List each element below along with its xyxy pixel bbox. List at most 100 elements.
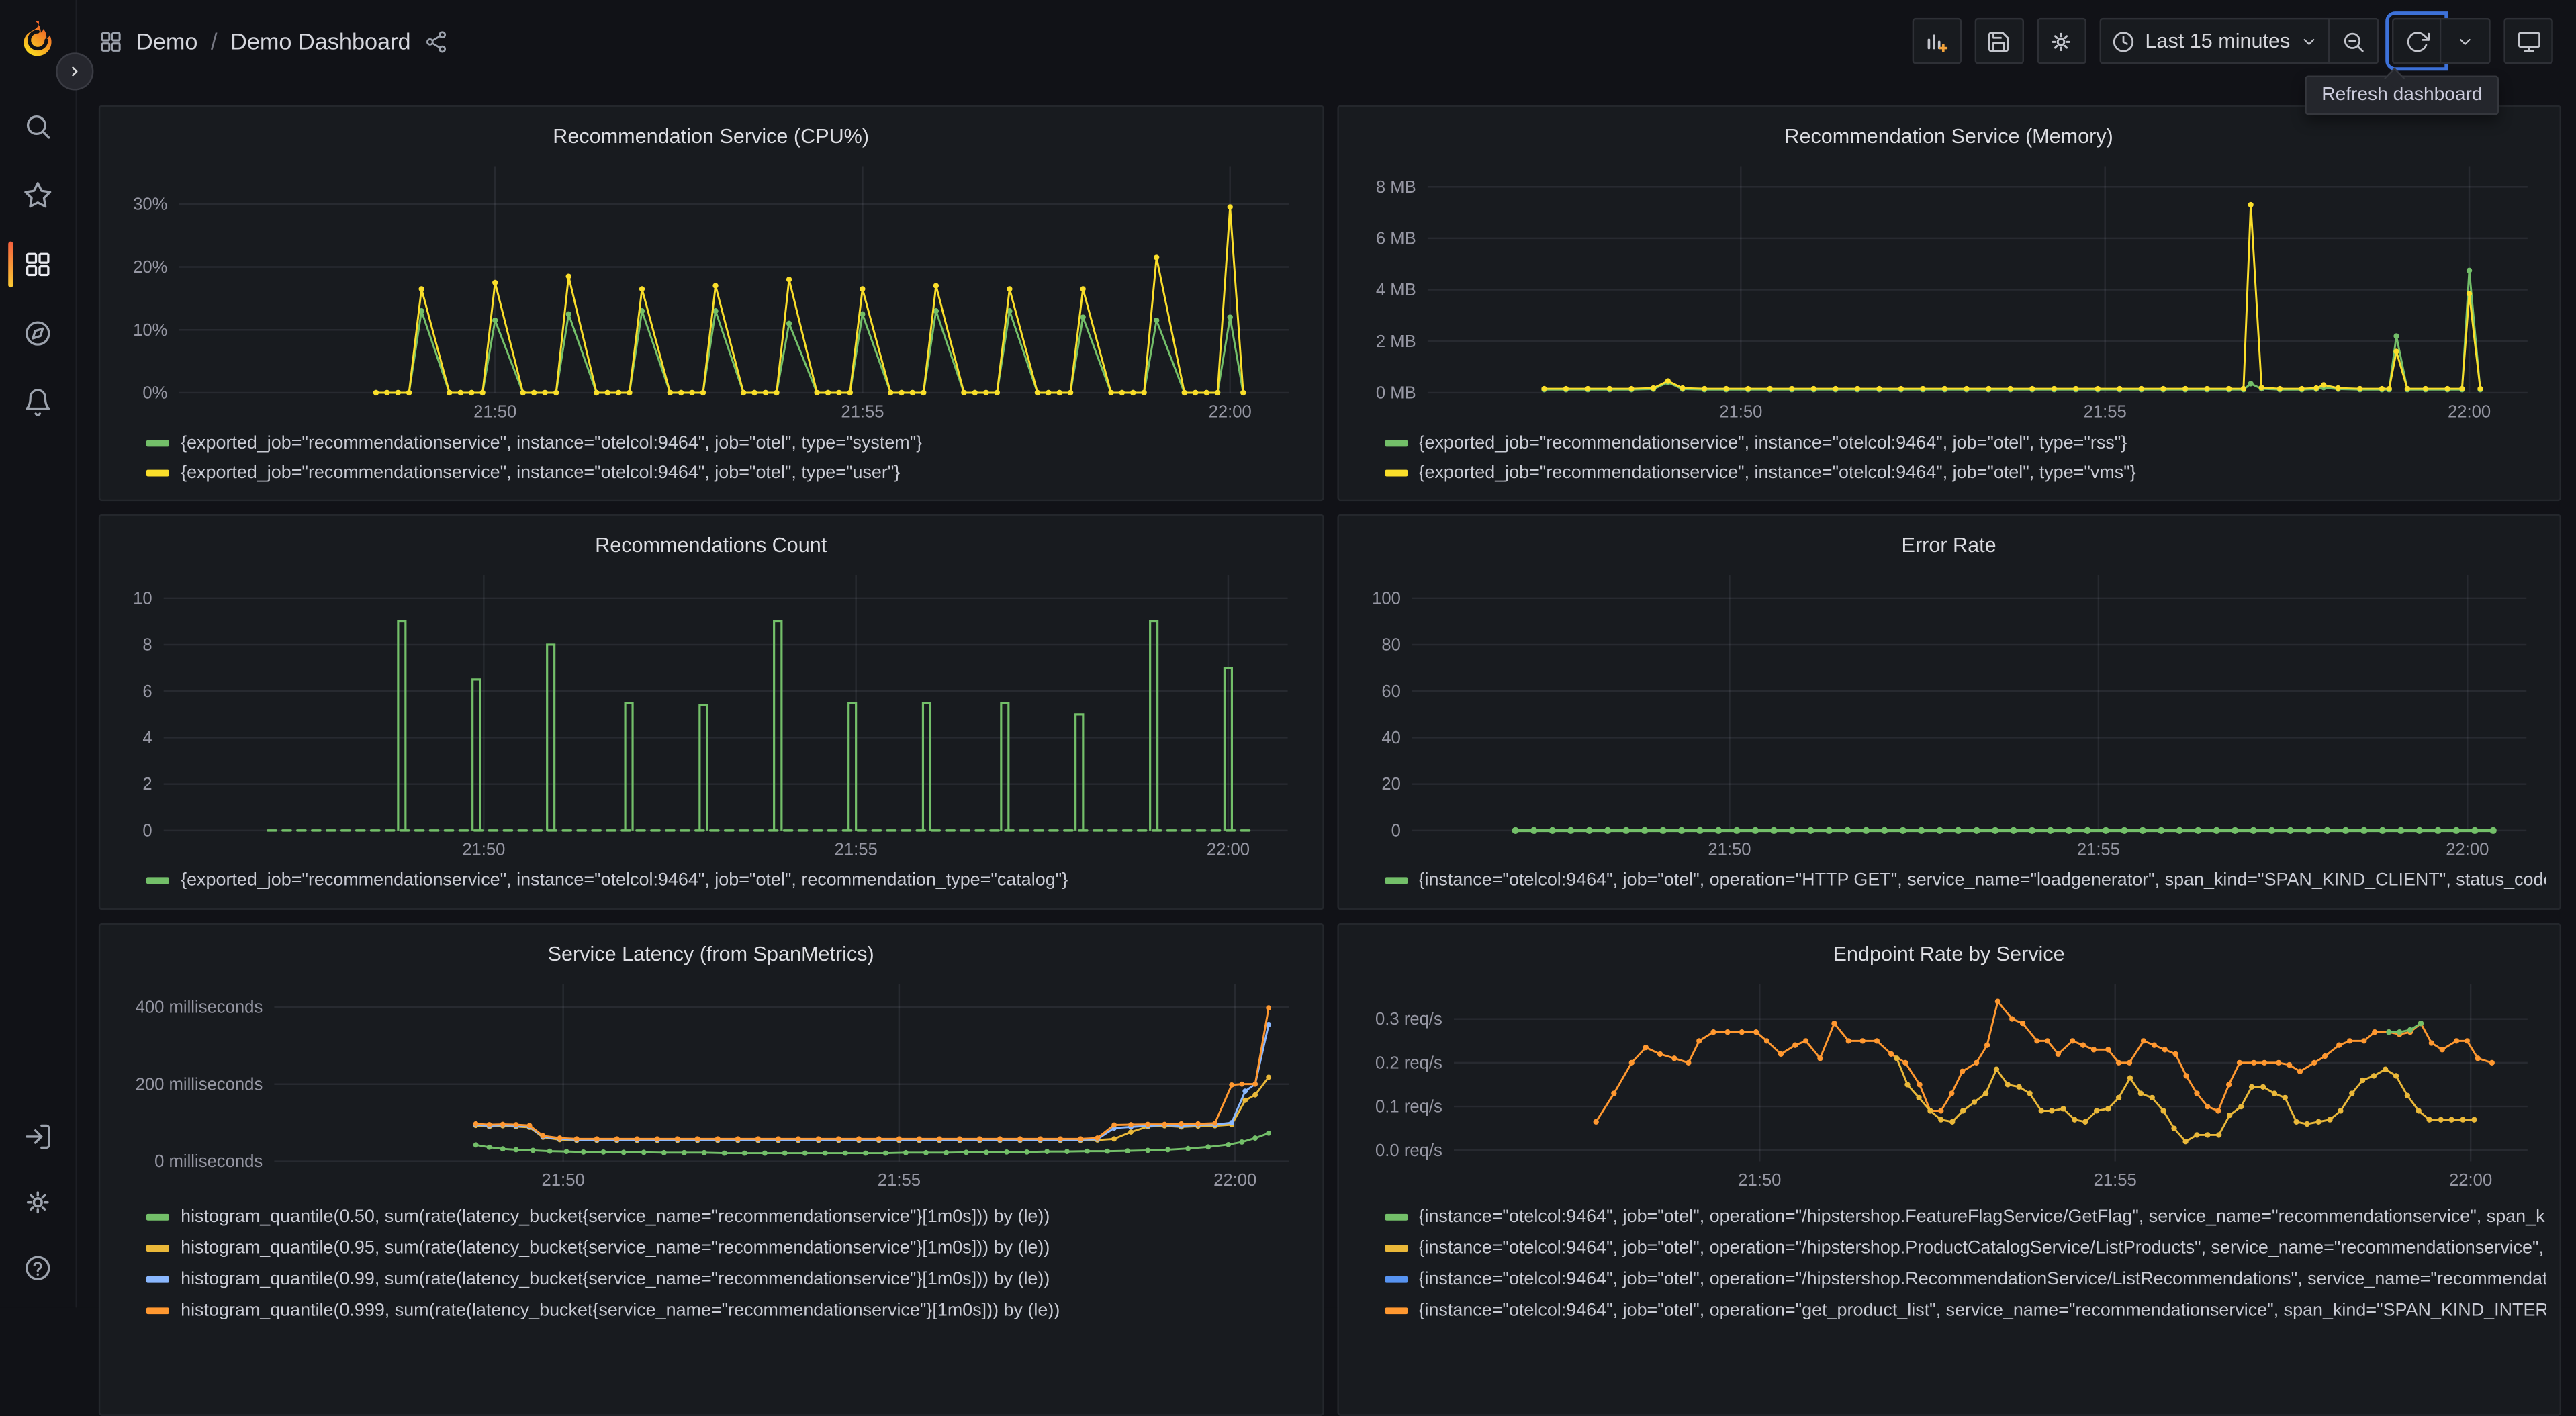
svg-text:0: 0	[1390, 821, 1399, 840]
panel-recommendations-count: Recommendations Count 0 2 4 6 8 10 21:50 21:55 2…	[98, 514, 1324, 910]
save-icon	[1988, 31, 2009, 52]
legend-label: {exported_job="recommendationservice", i…	[181, 433, 923, 453]
legend-item[interactable]: {instance="otelcol:9464", job="otel", op…	[1384, 866, 2546, 895]
memory-chart[interactable]: 0 MB 2 MB 4 MB 6 MB 8 MB 21:50 21:55 22:00	[1351, 155, 2546, 425]
legend-label: {instance="otelcol:9464", job="otel", op…	[1418, 1300, 2546, 1320]
legend-item[interactable]: {exported_job="recommendationservice", i…	[146, 866, 1309, 895]
cpu-legend: {exported_job="recommendationservice", i…	[113, 428, 1309, 486]
svg-text:4 MB: 4 MB	[1375, 280, 1416, 299]
cpu-chart[interactable]: 0% 10% 20% 30% 21:50 21:55 22:00	[113, 155, 1309, 425]
svg-text:21:55: 21:55	[2082, 402, 2125, 420]
legend-label: {instance="otelcol:9464", job="otel", op…	[1418, 871, 2546, 891]
svg-text:21:50: 21:50	[462, 840, 505, 859]
add-panel-button[interactable]	[1912, 17, 1962, 64]
refresh-button[interactable]	[2385, 11, 2448, 71]
svg-text:21:55: 21:55	[2092, 1171, 2135, 1190]
legend-item[interactable]: {exported_job="recommendationservice", i…	[1384, 458, 2546, 486]
svg-text:60: 60	[1381, 681, 1400, 700]
legend-item[interactable]: {exported_job="recommendationservice", i…	[1384, 428, 2546, 458]
legend-item[interactable]: {instance="otelcol:9464", job="otel", op…	[1384, 1232, 2546, 1263]
legend-swatch	[146, 877, 169, 884]
grafana-logo[interactable]	[16, 18, 59, 61]
breadcrumb-dashboards-button[interactable]	[99, 29, 124, 54]
breadcrumb-root[interactable]: Demo	[136, 28, 197, 54]
bell-icon	[26, 389, 50, 416]
panel-endpoint-rate: Endpoint Rate by Service 0.0 req/s 0.1 re…	[1336, 923, 2561, 1416]
svg-text:10%: 10%	[133, 320, 167, 339]
zoom-out-button[interactable]	[2330, 17, 2379, 64]
panel-error-rate: Error Rate 0 20 40 60 80 100 21:50 21:55 22:00 {…	[1336, 514, 2561, 910]
svg-text:21:55: 21:55	[835, 840, 878, 859]
sidebar-item-starred[interactable]	[0, 179, 76, 212]
dashboard-grid: Recommendation Service (CPU%) 0% 10% 20% 30…	[98, 105, 2561, 1416]
panel-title[interactable]: Recommendation Service (Memory)	[1351, 120, 2546, 156]
svg-text:6 MB: 6 MB	[1375, 228, 1416, 247]
svg-text:21:50: 21:50	[542, 1171, 585, 1190]
panel-title[interactable]: Recommendation Service (CPU%)	[113, 120, 1309, 156]
svg-text:10: 10	[133, 589, 152, 608]
memory-legend: {exported_job="recommendationservice", i…	[1351, 428, 2546, 486]
panel-title[interactable]: Error Rate	[1351, 529, 2546, 565]
endpoint-rate-chart[interactable]: 0.0 req/s 0.1 req/s 0.2 req/s 0.3 req/s 21:5…	[1351, 974, 2546, 1194]
sidebar-expand-button[interactable]	[56, 52, 94, 91]
add-panel-icon	[1928, 34, 1948, 52]
time-range-picker[interactable]: Last 15 minutes	[2099, 17, 2330, 64]
svg-text:21:50: 21:50	[473, 402, 516, 420]
legend-item[interactable]: histogram_quantile(0.95, sum(rate(latenc…	[146, 1232, 1309, 1263]
legend-item[interactable]: histogram_quantile(0.99, sum(rate(latenc…	[146, 1263, 1309, 1294]
legend-label: {instance="otelcol:9464", job="otel", op…	[1418, 1237, 2546, 1258]
apps-grid-icon	[26, 252, 50, 277]
legend-item[interactable]: {instance="otelcol:9464", job="otel", op…	[1384, 1200, 2546, 1231]
svg-text:21:50: 21:50	[1718, 402, 1761, 420]
svg-text:8 MB: 8 MB	[1375, 177, 1416, 196]
save-dashboard-button[interactable]	[1974, 17, 2024, 64]
svg-text:21:50: 21:50	[1737, 1171, 1780, 1190]
legend-item[interactable]: histogram_quantile(0.50, sum(rate(latenc…	[146, 1200, 1309, 1231]
legend-item[interactable]: {instance="otelcol:9464", job="otel", op…	[1384, 1294, 2546, 1325]
count-chart[interactable]: 0 2 4 6 8 10 21:50 21:55 22:00	[113, 565, 1309, 863]
legend-label: {exported_job="recommendationservice", i…	[1418, 463, 2136, 483]
sidebar-item-search[interactable]	[0, 110, 76, 143]
svg-text:21:55: 21:55	[878, 1171, 921, 1190]
sidebar-nav	[0, 110, 76, 419]
legend-label: histogram_quantile(0.50, sum(rate(latenc…	[181, 1206, 1050, 1227]
share-button[interactable]	[424, 29, 449, 54]
legend-swatch	[1384, 1275, 1408, 1282]
chevron-down-icon	[2303, 38, 2315, 44]
sidebar-item-dashboards[interactable]	[0, 241, 76, 288]
svg-text:21:55: 21:55	[2076, 840, 2119, 859]
sidebar-item-signin[interactable]	[0, 1121, 76, 1153]
sidebar-item-alerting[interactable]	[0, 386, 76, 419]
svg-text:21:55: 21:55	[841, 402, 884, 420]
legend-label: histogram_quantile(0.999, sum(rate(laten…	[181, 1300, 1060, 1320]
panel-title[interactable]: Recommendations Count	[113, 529, 1309, 565]
chevron-down-icon	[2460, 38, 2471, 44]
sidebar-item-explore[interactable]	[0, 317, 76, 350]
sidebar-item-help[interactable]	[0, 1252, 76, 1285]
latency-chart[interactable]: 0 milliseconds 200 milliseconds 400 millis…	[113, 974, 1309, 1194]
svg-text:0.1 req/s: 0.1 req/s	[1375, 1098, 1442, 1117]
svg-text:22:00: 22:00	[2447, 402, 2490, 420]
clock-icon	[2113, 31, 2133, 52]
svg-text:21:50: 21:50	[1707, 840, 1750, 859]
panel-title[interactable]: Endpoint Rate by Service	[1351, 938, 2546, 974]
sign-in-icon	[26, 1125, 50, 1150]
legend-swatch	[1384, 877, 1408, 884]
legend-item[interactable]: {exported_job="recommendationservice", i…	[146, 458, 1309, 486]
legend-label: {exported_job="recommendationservice", i…	[1418, 433, 2127, 453]
legend-swatch	[1384, 469, 1408, 476]
legend-swatch	[146, 1244, 169, 1251]
legend-item[interactable]: {instance="otelcol:9464", job="otel", op…	[1384, 1263, 2546, 1294]
kiosk-mode-button[interactable]	[2503, 17, 2553, 64]
legend-item[interactable]: {exported_job="recommendationservice", i…	[146, 428, 1309, 458]
panel-title[interactable]: Service Latency (from SpanMetrics)	[113, 938, 1309, 974]
sidebar-item-configuration[interactable]	[0, 1186, 76, 1219]
dashboard-settings-button[interactable]	[2036, 17, 2086, 64]
breadcrumb-current[interactable]: Demo Dashboard	[230, 28, 410, 54]
svg-text:0%: 0%	[142, 383, 167, 402]
refresh-interval-dropdown[interactable]	[2441, 17, 2491, 64]
svg-text:400 milliseconds: 400 milliseconds	[136, 998, 263, 1017]
breadcrumb: Demo / Demo Dashboard	[99, 28, 449, 54]
legend-item[interactable]: histogram_quantile(0.999, sum(rate(laten…	[146, 1294, 1309, 1325]
error-rate-chart[interactable]: 0 20 40 60 80 100 21:50 21:55 22:00	[1351, 565, 2546, 863]
